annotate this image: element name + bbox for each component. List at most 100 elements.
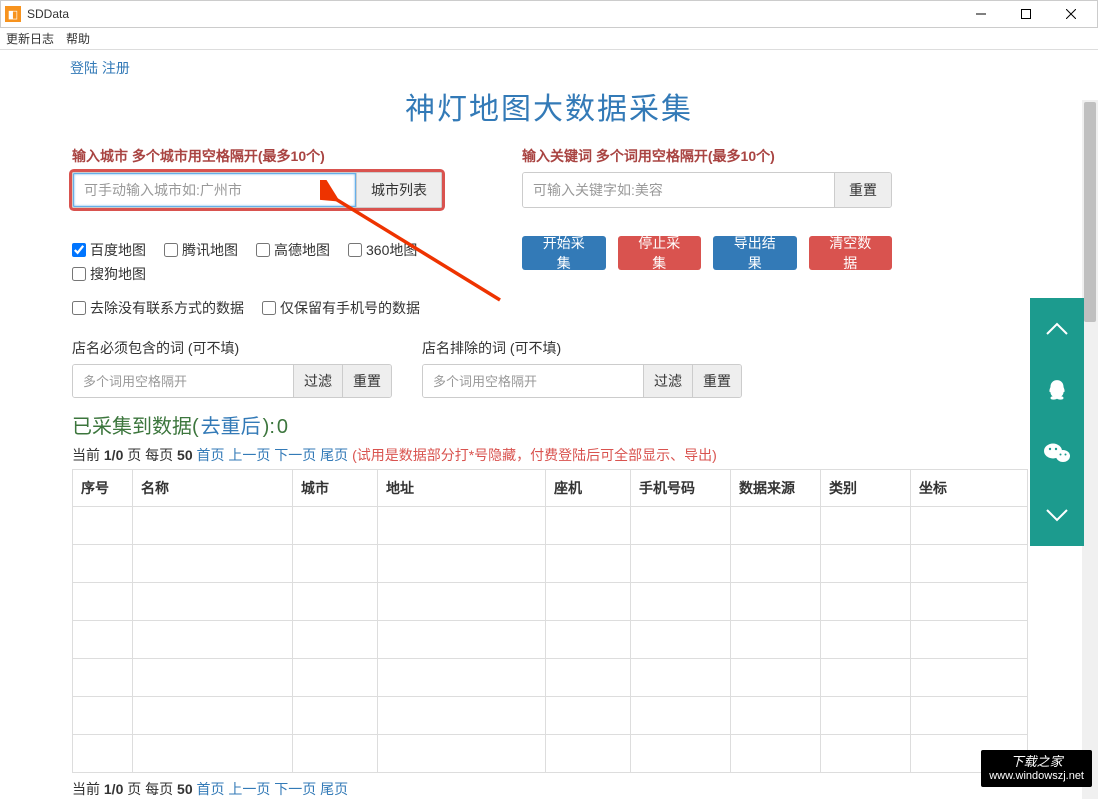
name-exclude-reset-button[interactable]: 重置	[692, 365, 741, 397]
th-mobile: 手机号码	[631, 470, 731, 507]
baidu-checkbox[interactable]: 百度地图	[72, 240, 146, 260]
scrollbar-thumb[interactable]	[1084, 102, 1096, 322]
collected-suffix: ):	[263, 416, 275, 439]
side-down-button[interactable]	[1030, 484, 1084, 546]
start-collect-button[interactable]: 开始采集	[522, 236, 606, 270]
city-list-button[interactable]: 城市列表	[356, 173, 441, 207]
stop-collect-button[interactable]: 停止采集	[618, 236, 702, 270]
th-source: 数据来源	[731, 470, 821, 507]
clear-button[interactable]: 清空数据	[809, 236, 893, 270]
remove-no-contact-checkbox[interactable]: 去除没有联系方式的数据	[72, 298, 244, 318]
pager-prev-b[interactable]: 上一页	[228, 781, 270, 797]
register-link[interactable]: 注册	[102, 60, 130, 76]
pager-page: 1/0	[104, 447, 123, 463]
only-mobile-checkbox[interactable]: 仅保留有手机号的数据	[262, 298, 420, 318]
th-name: 名称	[133, 470, 293, 507]
app-icon: ◧	[5, 6, 21, 22]
pager-last[interactable]: 尾页	[320, 447, 348, 463]
pager-next[interactable]: 下一页	[274, 447, 316, 463]
pager-perpage-b: 50	[177, 781, 193, 797]
gaode-label: 高德地图	[274, 240, 330, 260]
pager-bottom: 当前 1/0 页 每页 50 首页 上一页 下一页 尾页	[72, 779, 1028, 799]
keyword-input[interactable]	[523, 173, 834, 207]
table-row	[73, 659, 1028, 697]
s360-label: 360地图	[366, 240, 417, 260]
auth-links: 登陆 注册	[0, 50, 1098, 78]
dedupe-link[interactable]: 去重后	[201, 410, 261, 439]
window-controls	[958, 1, 1093, 27]
th-coord: 坐标	[911, 470, 1028, 507]
table-row	[73, 545, 1028, 583]
th-address: 地址	[378, 470, 546, 507]
menubar: 更新日志 帮助	[0, 28, 1098, 50]
data-table: 序号 名称 城市 地址 座机 手机号码 数据来源 类别 坐标	[72, 469, 1028, 773]
pager-page-b: 1/0	[104, 781, 123, 797]
map-source-row: 百度地图 腾讯地图 高德地图 360地图	[72, 240, 442, 260]
table-body	[73, 507, 1028, 773]
login-link[interactable]: 登陆	[70, 60, 98, 76]
pager-mid: 页 每页	[123, 447, 177, 463]
watermark-title: 下载之家	[989, 754, 1084, 770]
collected-prefix: 已采集到数据(	[72, 410, 199, 439]
name-include-group: 过滤 重置	[72, 364, 392, 398]
pager-prefix-b: 当前	[72, 781, 104, 797]
pager-top: 当前 1/0 页 每页 50 首页 上一页 下一页 尾页 (试用是数据部分打*号…	[72, 445, 1028, 465]
city-input[interactable]	[73, 173, 356, 207]
name-include-input[interactable]	[73, 365, 293, 397]
side-wechat-button[interactable]	[1030, 422, 1084, 484]
name-exclude-group: 过滤 重置	[422, 364, 742, 398]
gaode-checkbox[interactable]: 高德地图	[256, 240, 330, 260]
remove-no-contact-label: 去除没有联系方式的数据	[90, 298, 244, 318]
map-source-row2: 搜狗地图	[72, 264, 442, 284]
side-qq-button[interactable]	[1030, 360, 1084, 422]
keyword-label: 输入关键词 多个词用空格隔开(最多10个)	[522, 146, 892, 166]
keyword-reset-button[interactable]: 重置	[834, 173, 891, 207]
table-row	[73, 735, 1028, 773]
watermark: 下载之家 www.windowszj.net	[981, 750, 1092, 787]
th-city: 城市	[293, 470, 378, 507]
pager-prefix: 当前	[72, 447, 104, 463]
menu-help[interactable]: 帮助	[66, 30, 90, 47]
city-label: 输入城市 多个城市用空格隔开(最多10个)	[72, 146, 442, 166]
name-include-label: 店名必须包含的词 (可不填)	[72, 338, 392, 358]
maximize-button[interactable]	[1003, 1, 1048, 27]
page-title: 神灯地图大数据采集	[0, 78, 1098, 146]
name-exclude-filter-button[interactable]: 过滤	[643, 365, 692, 397]
pager-first[interactable]: 首页	[197, 447, 225, 463]
pager-perpage: 50	[177, 447, 193, 463]
th-index: 序号	[73, 470, 133, 507]
pager-last-b[interactable]: 尾页	[320, 781, 348, 797]
side-up-button[interactable]	[1030, 298, 1084, 360]
watermark-url: www.windowszj.net	[989, 770, 1084, 783]
name-include-filter-button[interactable]: 过滤	[293, 365, 342, 397]
baidu-label: 百度地图	[90, 240, 146, 260]
table-header-row: 序号 名称 城市 地址 座机 手机号码 数据来源 类别 坐标	[73, 470, 1028, 507]
name-include-reset-button[interactable]: 重置	[342, 365, 391, 397]
pager-next-b[interactable]: 下一页	[274, 781, 316, 797]
pager-hint: (试用是数据部分打*号隐藏，付费登陆后可全部显示、导出)	[352, 447, 717, 463]
menu-update-log[interactable]: 更新日志	[6, 30, 54, 47]
table-row	[73, 583, 1028, 621]
name-exclude-label: 店名排除的词 (可不填)	[422, 338, 742, 358]
th-category: 类别	[821, 470, 911, 507]
sogou-checkbox[interactable]: 搜狗地图	[72, 264, 146, 284]
chevron-up-icon	[1045, 322, 1069, 336]
window-title: SDData	[27, 7, 958, 21]
pager-first-b[interactable]: 首页	[197, 781, 225, 797]
close-button[interactable]	[1048, 1, 1093, 27]
s360-checkbox[interactable]: 360地图	[348, 240, 417, 260]
qq-icon	[1044, 378, 1070, 404]
sogou-label: 搜狗地图	[90, 264, 146, 284]
city-input-group: 城市列表	[72, 172, 442, 208]
th-landline: 座机	[546, 470, 631, 507]
window-titlebar: ◧ SDData	[0, 0, 1098, 28]
pager-prev[interactable]: 上一页	[228, 447, 270, 463]
only-mobile-label: 仅保留有手机号的数据	[280, 298, 420, 318]
name-exclude-input[interactable]	[423, 365, 643, 397]
keyword-input-group: 重置	[522, 172, 892, 208]
table-row	[73, 621, 1028, 659]
action-buttons: 开始采集 停止采集 导出结果 清空数据	[522, 236, 892, 270]
export-button[interactable]: 导出结果	[713, 236, 797, 270]
minimize-button[interactable]	[958, 1, 1003, 27]
tencent-checkbox[interactable]: 腾讯地图	[164, 240, 238, 260]
